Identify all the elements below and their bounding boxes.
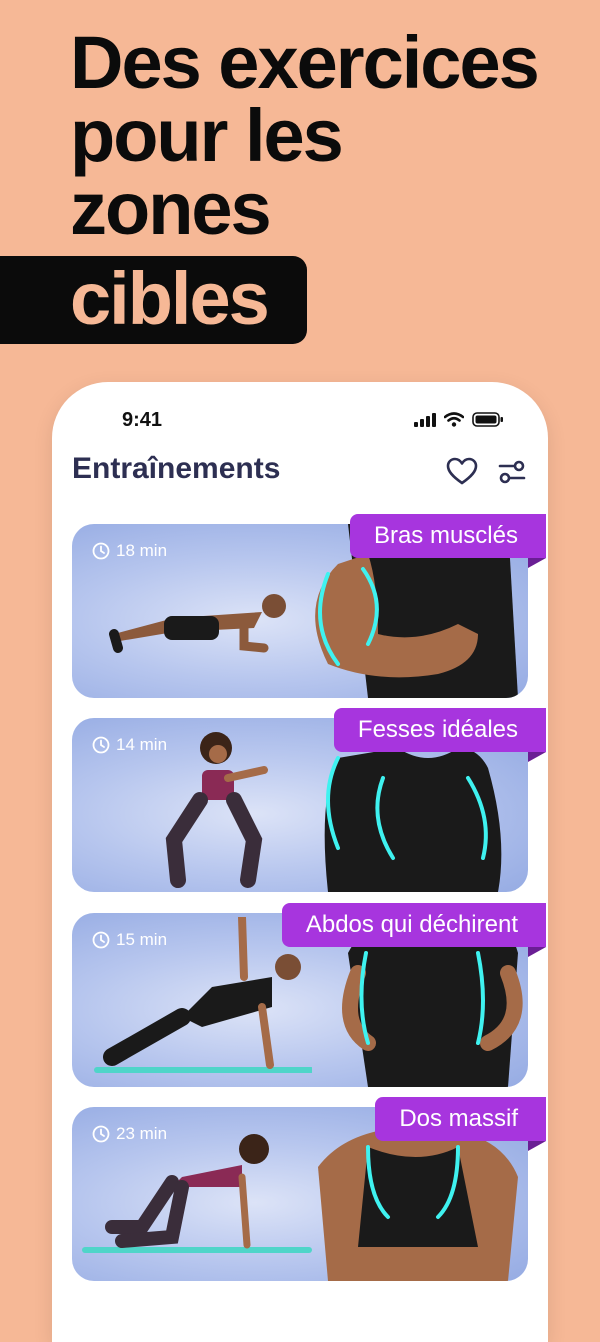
duration-badge: 23 min — [92, 1124, 167, 1144]
status-icons — [414, 412, 504, 427]
signal-icon — [414, 412, 436, 427]
workout-card-abs[interactable]: 15 min Abdos qui déchirent — [72, 903, 547, 1087]
workout-label: Abdos qui déchirent — [281, 903, 547, 957]
clock-icon — [92, 542, 110, 560]
duration-text: 15 min — [116, 930, 168, 949]
headline-line-2: pour les — [70, 94, 344, 177]
status-time: 9:41 — [122, 409, 163, 431]
headline-highlight-box: cibles — [0, 256, 307, 344]
clock-icon — [92, 736, 110, 754]
duration-text: 14 min — [116, 735, 168, 754]
duration-text: 18 min — [116, 541, 168, 560]
battery-icon — [472, 412, 503, 427]
headline-line-1: Des exercices — [70, 21, 540, 104]
clock-icon — [92, 1125, 110, 1143]
page-title: Entraînements — [72, 452, 281, 485]
headline-line-3: zones — [70, 167, 272, 250]
clock-icon — [92, 931, 110, 949]
pushup-figure — [109, 594, 286, 653]
phone-frame: 9:41 Entraînements 18 min Bras musclés 1… — [52, 382, 548, 1342]
squat-figure — [165, 732, 268, 888]
heart-icon[interactable] — [446, 457, 478, 485]
workout-label: Bras musclés — [349, 514, 547, 568]
workout-card-back[interactable]: 23 min Dos massif — [72, 1097, 546, 1281]
workout-card-arms[interactable]: 18 min Bras musclés — [72, 514, 547, 698]
workout-card-glutes[interactable]: 14 min Fesses idéales — [72, 708, 547, 892]
headline-highlight: cibles — [70, 257, 270, 340]
workout-label: Fesses idéales — [333, 708, 547, 762]
duration-badge: 15 min — [92, 930, 167, 950]
duration-text: 23 min — [116, 1124, 168, 1143]
headline: Des exercices pour les zones — [70, 21, 540, 250]
workout-label: Dos massif — [375, 1097, 546, 1151]
wifi-icon — [444, 412, 464, 427]
duration-badge: 18 min — [92, 541, 167, 561]
quadruped-figure — [82, 1134, 312, 1253]
duration-badge: 14 min — [92, 735, 167, 755]
filter-icon[interactable] — [498, 460, 526, 484]
